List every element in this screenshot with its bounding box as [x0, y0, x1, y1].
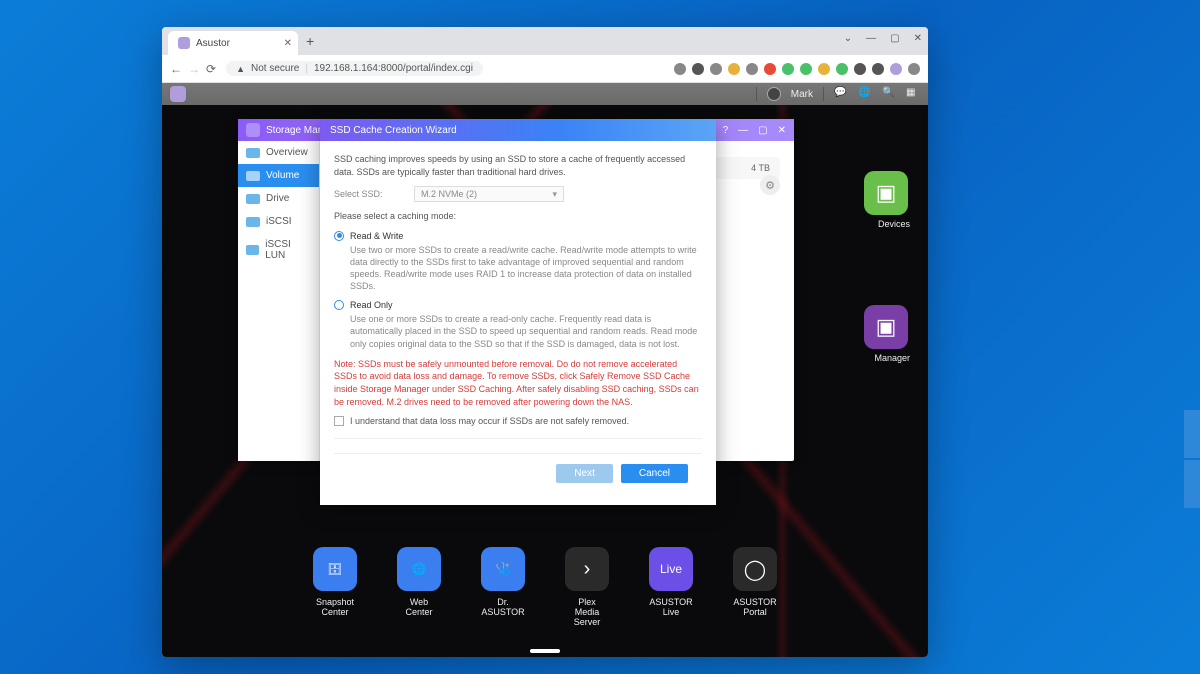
dock-item-asustor-live[interactable]: Live ASUSTOR Live [649, 547, 693, 627]
volume-size-badge: 4 TB [751, 163, 770, 173]
globe-icon[interactable]: 🌐 [858, 87, 872, 101]
select-ssd-label: Select SSD: [334, 189, 404, 199]
app-label: Plex Media Server [565, 597, 609, 627]
forward-icon[interactable]: → [188, 62, 200, 76]
mode-label: Read Only [350, 300, 393, 310]
sidebar-item-label: Volume [266, 170, 299, 181]
app-icon: Live [649, 547, 693, 591]
sidebar-item-label: iSCSI LUN [265, 239, 311, 261]
mode-description: Use one or more SSDs to create a read-on… [350, 313, 702, 349]
sidebar-item-iscsi-lun[interactable]: iSCSI LUN [238, 233, 319, 267]
app-icon: › [565, 547, 609, 591]
next-button[interactable]: Next [556, 464, 613, 483]
close-tab-icon[interactable]: ✕ [284, 38, 292, 49]
dock-item-web-center[interactable]: 🌐 Web Center [397, 547, 441, 627]
select-ssd-value: M.2 NVMe (2) [421, 189, 477, 199]
app-label: Dr. ASUSTOR [481, 597, 525, 617]
desktop-app-icon[interactable]: ▣ [864, 305, 908, 349]
not-secure-icon: ▲ [236, 64, 245, 74]
sidebar-item-label: Overview [266, 147, 308, 158]
dock-item-dr-asustor[interactable]: 🩺 Dr. ASUSTOR [481, 547, 525, 627]
username: Mark [791, 89, 813, 100]
sidebar-item-overview[interactable]: Overview [238, 141, 319, 164]
reload-icon[interactable]: ⟳ [206, 62, 216, 76]
wizard-warning: Note: SSDs must be safely unmounted befo… [334, 358, 702, 408]
app-icon: 🩺 [481, 547, 525, 591]
url-text: 192.168.1.164:8000/portal/index.cgi [314, 63, 473, 74]
search-icon[interactable]: 🔍 [882, 87, 896, 101]
sidebar-item-label: iSCSI [266, 216, 292, 227]
app-dock: 🗄 Snapshot Center 🌐 Web Center 🩺 Dr. ASUSTOR ›… [313, 547, 777, 627]
wizard-intro: SSD caching improves speeds by using an … [334, 153, 702, 178]
chevron-down-icon[interactable]: ⌄ [844, 33, 852, 44]
mode-radio-0[interactable] [334, 231, 344, 241]
asustor-logo[interactable] [170, 86, 186, 102]
cancel-button[interactable]: Cancel [621, 464, 688, 483]
sidebar-item-icon [246, 245, 259, 255]
storage-manager-sidebar: Overview Volume Drive iSCSI iSCSI LUN [238, 141, 320, 461]
app-label: ASUSTOR Live [649, 597, 693, 617]
help-icon[interactable]: ? [723, 125, 729, 136]
ssd-cache-wizard: SSD Cache Creation Wizard SSD caching im… [320, 119, 716, 505]
user-avatar-icon[interactable] [767, 87, 781, 101]
tab-strip: Asustor ✕ + ⌄ — ▢ ✕ [162, 27, 928, 55]
gear-icon[interactable]: ⚙ [760, 175, 780, 195]
app-label: Web Center [397, 597, 441, 617]
favicon [178, 37, 190, 49]
close-window-icon[interactable]: ✕ [914, 33, 922, 44]
nas-header: Mark 💬 🌐 🔍 ▦ [162, 83, 928, 105]
security-label: Not secure [251, 63, 299, 74]
storage-manager-icon [246, 123, 260, 137]
browser-tab[interactable]: Asustor ✕ [168, 31, 298, 55]
mode-label: Read & Write [350, 231, 403, 241]
sidebar-item-drive[interactable]: Drive [238, 187, 319, 210]
wizard-titlebar[interactable]: SSD Cache Creation Wizard [320, 119, 716, 141]
select-ssd-dropdown[interactable]: M.2 NVMe (2) [414, 186, 564, 202]
maximize-icon[interactable]: ▢ [758, 125, 767, 136]
sidebar-item-iscsi[interactable]: iSCSI [238, 210, 319, 233]
mode-prompt: Please select a caching mode: [334, 210, 702, 223]
tab-title: Asustor [196, 38, 230, 49]
extension-icons [674, 63, 920, 75]
app-icon: 🌐 [397, 547, 441, 591]
sidebar-item-icon [246, 194, 260, 204]
address-bar: ← → ⟳ ▲ Not secure | 192.168.1.164:8000/… [162, 55, 928, 83]
dock-item-snapshot-center[interactable]: 🗄 Snapshot Center [313, 547, 357, 627]
mode-description: Use two or more SSDs to create a read/wr… [350, 244, 702, 293]
omnibox[interactable]: ▲ Not secure | 192.168.1.164:8000/portal… [226, 61, 483, 76]
dock-item-plex-media-server[interactable]: › Plex Media Server [565, 547, 609, 627]
mode-radio-1[interactable] [334, 300, 344, 310]
desktop-app-label: Manager [874, 353, 910, 363]
sidebar-item-icon [246, 171, 260, 181]
minimize-icon[interactable]: — [866, 33, 876, 44]
sidebar-item-label: Drive [266, 193, 289, 204]
back-icon[interactable]: ← [170, 62, 182, 76]
app-label: Snapshot Center [313, 597, 357, 617]
messages-icon[interactable]: 💬 [834, 87, 848, 101]
desktop-app-label: Devices [878, 219, 910, 229]
app-icon: 🗄 [313, 547, 357, 591]
new-tab-button[interactable]: + [306, 33, 314, 49]
sidebar-item-volume[interactable]: Volume [238, 164, 319, 187]
ack-checkbox[interactable] [334, 416, 344, 426]
close-icon[interactable]: ✕ [778, 125, 786, 136]
apps-grid-icon[interactable]: ▦ [906, 87, 920, 101]
app-icon: ◯ [733, 547, 777, 591]
browser-window: Asustor ✕ + ⌄ — ▢ ✕ ← → ⟳ ▲ Not secure |… [162, 27, 928, 657]
sidebar-item-icon [246, 148, 260, 158]
ack-label: I understand that data loss may occur if… [350, 416, 629, 426]
dock-item-asustor-portal[interactable]: ◯ ASUSTOR Portal [733, 547, 777, 627]
dock-indicator [530, 649, 560, 653]
minimize-icon[interactable]: — [738, 125, 748, 136]
wizard-title: SSD Cache Creation Wizard [330, 125, 457, 136]
sidebar-item-icon [246, 217, 260, 227]
app-label: ASUSTOR Portal [733, 597, 777, 617]
maximize-icon[interactable]: ▢ [890, 33, 899, 44]
desktop-app-icon[interactable]: ▣ [864, 171, 908, 215]
nas-desktop: ▣Devices▣Manager Storage Manage ? — ▢ ✕ … [162, 105, 928, 657]
